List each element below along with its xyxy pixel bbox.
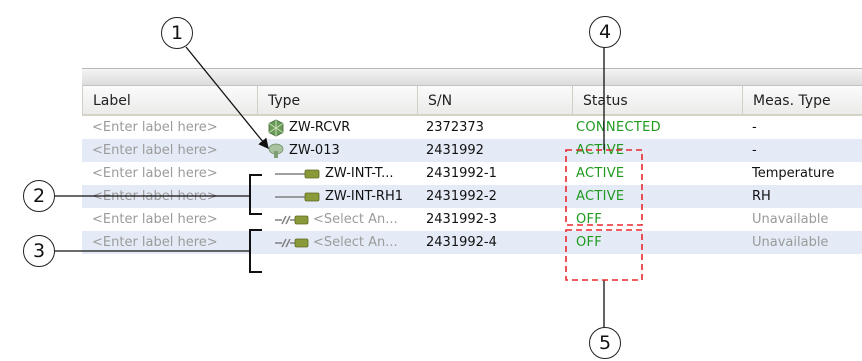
bracket-2: [249, 174, 262, 215]
callout-1: 1: [161, 17, 193, 49]
callout-5: 5: [589, 327, 621, 359]
callout-4: 4: [589, 16, 621, 48]
bracket-3: [249, 229, 262, 273]
annotation-overlay: [54, 46, 643, 328]
callout-3: 3: [23, 235, 55, 267]
callout-1-arrow: [185, 46, 269, 150]
callout-2: 2: [23, 180, 55, 212]
active-highlight-box: [565, 149, 643, 226]
off-highlight-box: [565, 229, 643, 281]
